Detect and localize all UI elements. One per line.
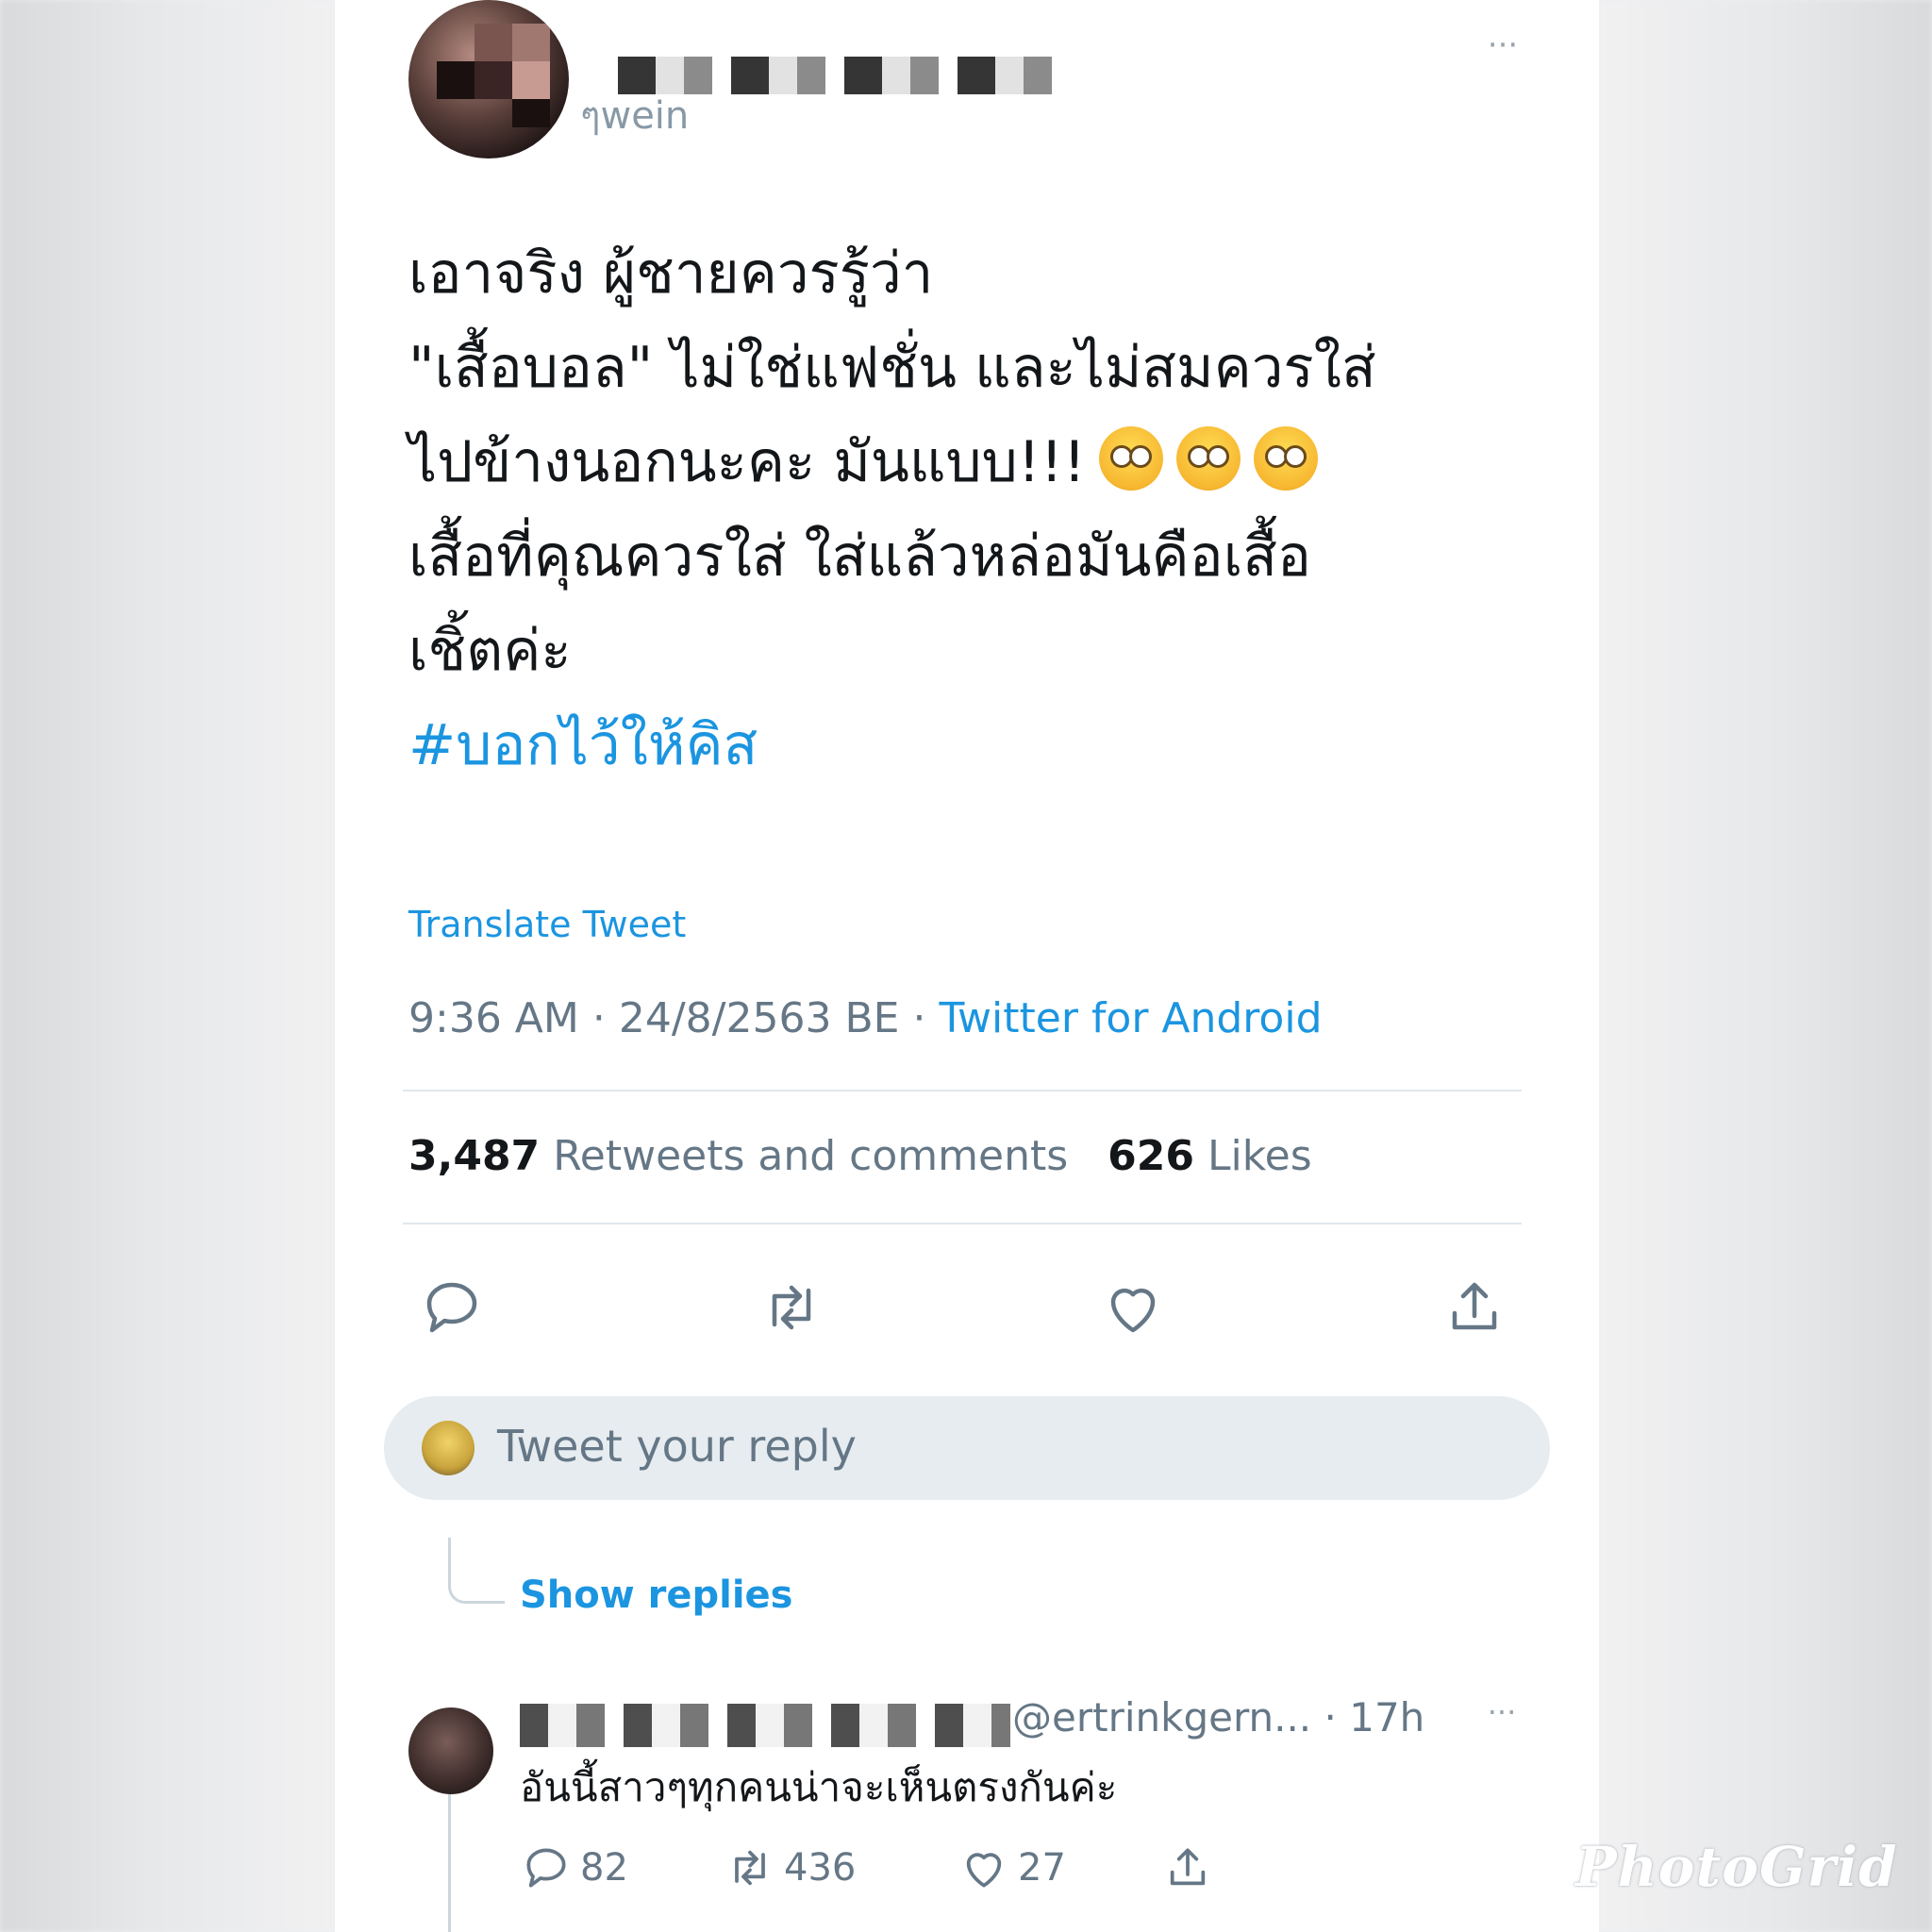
tweet-metadata: 9:36 AM · 24/8/2563 BE · Twitter for And… (408, 994, 1323, 1042)
reply-icon (426, 1282, 477, 1333)
tweet-time: 9:36 AM (408, 994, 579, 1042)
meta-separator: · (591, 994, 606, 1042)
rolling-eyes-emoji-icon (1253, 426, 1318, 491)
translate-tweet-link[interactable]: Translate Tweet (408, 904, 686, 945)
comment-share-button[interactable] (1161, 1840, 1214, 1896)
thread-connector (448, 1538, 505, 1604)
divider (403, 1090, 1522, 1091)
tweet-date: 24/8/2563 BE (618, 994, 900, 1042)
comment-retweet-count: 436 (784, 1846, 857, 1890)
tweet-line: "เสื้อบอล" ไม่ใช่แฟชั่น และไม่สมควรใส่ (408, 335, 1376, 401)
tweet-line: ไปข้างนอกนะคะ มันแบบ!!! (408, 429, 1086, 495)
censor-pixel (437, 61, 475, 99)
comment-retweet-button[interactable]: 436 (724, 1840, 856, 1896)
like-icon (1110, 1288, 1156, 1333)
tweet-detail-card: ๆwein ··· เอาจริง ผู้ชายควรรู้ว่า "เสื้อ… (335, 0, 1599, 1932)
censor-pixel (512, 99, 550, 127)
more-options-icon[interactable]: ··· (1474, 29, 1531, 61)
hashtag-link[interactable]: #บอกไว้ให้คิส (408, 698, 1522, 792)
comment-like-count: 27 (1018, 1846, 1066, 1890)
blurred-background-left (0, 0, 335, 1932)
likes-stat[interactable]: 626 Likes (1108, 1132, 1312, 1180)
censored-commenter-name (520, 1704, 1010, 1747)
censor-pixel (475, 24, 512, 61)
reply-composer[interactable]: Tweet your reply (384, 1396, 1550, 1500)
tweet-action-bar (335, 1274, 1599, 1349)
tweet-line: เชิ้ตค่ะ (408, 618, 572, 684)
comment-reply-count: 82 (580, 1846, 628, 1890)
tweet-text: เอาจริง ผู้ชายควรรู้ว่า "เสื้อบอล" ไม่ใช… (408, 226, 1522, 792)
comment-text: อันนี้สาวๆทุกคนน่าจะเห็นตรงกันค่ะ (520, 1764, 1118, 1810)
like-icon (966, 1853, 1002, 1888)
photogrid-watermark: PhotoGrid (1575, 1835, 1898, 1899)
censor-pixel (512, 61, 550, 99)
tweet-line: เสื้อที่คุณควรใส่ ใส่แล้วหล่อมันคือเสื้อ (408, 524, 1311, 590)
retweets-label: Retweets and comments (553, 1132, 1069, 1180)
author-handle[interactable]: ๆwein (580, 85, 689, 145)
reply-placeholder: Tweet your reply (497, 1421, 857, 1472)
reply-button[interactable] (418, 1274, 486, 1341)
retweet-icon (735, 1850, 765, 1886)
rolling-eyes-emoji-icon (1098, 426, 1163, 491)
likes-count: 626 (1108, 1132, 1194, 1180)
comment-like-button[interactable]: 27 (958, 1840, 1066, 1896)
tweet-line-with-emojis: ไปข้างนอกนะคะ มันแบบ!!! (408, 415, 1522, 509)
retweets-count: 3,487 (408, 1132, 541, 1180)
divider (403, 1223, 1522, 1224)
author-avatar[interactable] (408, 0, 569, 158)
reply-icon (526, 1848, 566, 1888)
retweet-icon (772, 1285, 811, 1330)
retweet-button[interactable] (758, 1274, 825, 1341)
comment-more-icon[interactable]: ··· (1478, 1697, 1525, 1727)
comment-header: @ertrinkgern... · 17h (1012, 1694, 1424, 1740)
comment-time: · 17h (1324, 1694, 1425, 1740)
share-icon (1452, 1282, 1497, 1330)
retweets-stat[interactable]: 3,487 Retweets and comments (408, 1132, 1068, 1180)
comment-action-bar: 82 436 27 (335, 1840, 1599, 1906)
commenter-avatar[interactable] (408, 1707, 493, 1794)
show-replies-link[interactable]: Show replies (520, 1574, 793, 1617)
meta-separator: · (912, 994, 926, 1042)
rolling-eyes-emoji-icon (1175, 426, 1241, 491)
share-button[interactable] (1441, 1274, 1508, 1341)
share-icon (1170, 1848, 1206, 1886)
tweet-source-link[interactable]: Twitter for Android (939, 994, 1322, 1042)
current-user-avatar (422, 1421, 475, 1475)
comment-reply-button[interactable]: 82 (520, 1840, 628, 1896)
blurred-background-right (1597, 0, 1932, 1932)
tweet-stats: 3,487 Retweets and comments 626 Likes (408, 1132, 1312, 1180)
like-button[interactable] (1099, 1274, 1167, 1341)
censor-pixel (475, 61, 512, 99)
tweet-line: เอาจริง ผู้ชายควรรู้ว่า (408, 241, 934, 307)
censor-pixel (512, 24, 550, 61)
likes-label: Likes (1207, 1132, 1312, 1180)
commenter-handle[interactable]: @ertrinkgern... (1012, 1694, 1311, 1740)
